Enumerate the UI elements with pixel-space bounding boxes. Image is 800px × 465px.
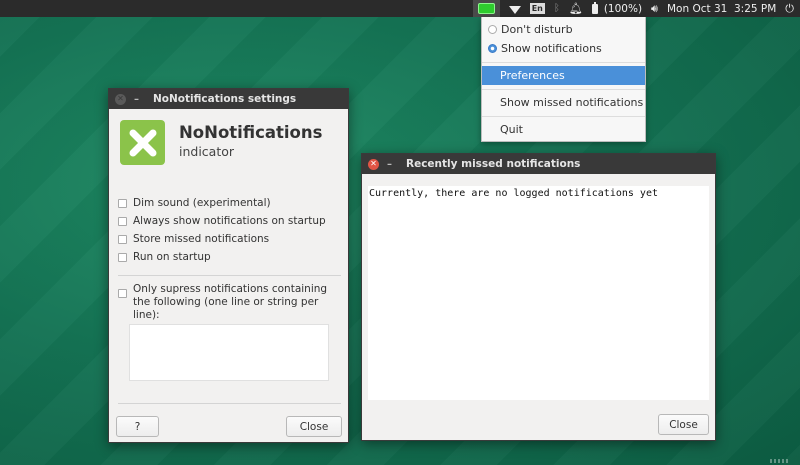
keyboard-indicator[interactable]: En [529, 0, 545, 17]
x-mark-icon [129, 129, 156, 156]
option-label: Only supress notifications containing th… [133, 283, 328, 321]
checkbox[interactable] [118, 253, 127, 262]
bluetooth-indicator[interactable]: ᛒ [554, 0, 560, 17]
keyboard-lang-icon: En [529, 3, 545, 14]
menu-item-preferences[interactable]: Preferences [482, 66, 645, 85]
menu-separator [482, 62, 645, 63]
menu-item-label: Preferences [500, 69, 565, 82]
bell-icon: 🔔︎ [568, 2, 583, 15]
menu-separator [482, 116, 645, 117]
battery-percent: (100%) [603, 2, 643, 15]
checkbox[interactable] [118, 199, 127, 208]
separator [118, 275, 341, 276]
missed-titlebar[interactable]: ✕ – Recently missed notifications [362, 154, 715, 174]
menu-item-show-missed[interactable]: Show missed notifications [482, 93, 645, 112]
menu-radio-show-notifications[interactable]: Show notifications [482, 39, 645, 58]
indicator-menu: Don't disturb Show notifications Prefere… [481, 17, 646, 142]
window-title: NoNotifications settings [153, 93, 297, 105]
option-store-missed[interactable]: Store missed notifications [118, 233, 343, 246]
window-title: Recently missed notifications [406, 158, 581, 170]
menu-item-quit[interactable]: Quit [482, 120, 645, 139]
suppress-text-input[interactable] [129, 324, 329, 381]
clock-indicator[interactable]: Mon Oct 31 3:25 PM [667, 0, 776, 17]
network-indicator[interactable] [508, 0, 521, 17]
radio-selected-icon [488, 44, 497, 53]
menu-separator [482, 89, 645, 90]
missed-notifications-text[interactable]: Currently, there are no logged notificat… [368, 186, 709, 400]
option-label: Store missed notifications [133, 233, 270, 245]
settings-window: ✕ – NoNotifications settings NoNotificat… [108, 88, 349, 443]
radio-icon [488, 25, 497, 34]
separator [118, 403, 341, 404]
top-panel: En ᛒ 🔔︎ (100%) 🔊︎ Mon Oct 31 3:25 PM ⏻ [0, 0, 800, 17]
bluetooth-icon: ᛒ [553, 3, 560, 14]
desktop-grip [770, 459, 790, 463]
clock: Mon Oct 31 3:25 PM [666, 2, 777, 15]
checkbox[interactable] [118, 235, 127, 244]
missed-notifications-window: ✕ – Recently missed notifications Curren… [361, 153, 716, 441]
help-button[interactable]: ? [116, 416, 159, 437]
checkbox[interactable] [118, 289, 127, 298]
app-logo [120, 120, 165, 165]
option-label: Always show notifications on startup [133, 215, 326, 227]
wifi-icon [508, 5, 521, 14]
option-always-show[interactable]: Always show notifications on startup [118, 215, 343, 228]
menu-item-label: Quit [500, 123, 523, 136]
menu-radio-label: Show notifications [501, 42, 602, 55]
close-button[interactable]: Close [658, 414, 709, 435]
volume-icon: 🔊︎ [651, 1, 658, 15]
option-run-on-startup[interactable]: Run on startup [118, 251, 343, 264]
close-icon[interactable]: ✕ [368, 158, 379, 170]
power-icon: ⏻ [785, 1, 794, 15]
menu-radio-dont-disturb[interactable]: Don't disturb [482, 20, 645, 39]
notification-indicator[interactable]: 🔔︎ [569, 0, 583, 17]
session-indicator[interactable]: ⏻ [785, 0, 794, 17]
close-icon[interactable]: ✕ [115, 93, 126, 105]
sound-indicator[interactable]: 🔊︎ [651, 0, 658, 17]
close-button[interactable]: Close [286, 416, 342, 437]
indicator-icon [477, 3, 495, 14]
minimize-icon[interactable]: – [134, 94, 139, 105]
battery-icon [591, 1, 598, 14]
missed-notifications-content: Currently, there are no logged notificat… [369, 188, 658, 199]
option-label: Dim sound (experimental) [133, 197, 271, 209]
menu-item-label: Show missed notifications [500, 96, 644, 109]
option-suppress[interactable]: Only supress notifications containing th… [118, 283, 340, 322]
option-label: Run on startup [133, 251, 211, 263]
app-name: NoNotifications [179, 123, 323, 142]
nonotifications-indicator[interactable] [472, 0, 500, 17]
checkbox[interactable] [118, 217, 127, 226]
app-subtitle: indicator [179, 144, 235, 159]
settings-titlebar[interactable]: ✕ – NoNotifications settings [109, 89, 348, 109]
menu-radio-label: Don't disturb [501, 23, 573, 36]
battery-indicator[interactable]: (100%) [591, 0, 643, 17]
option-dim-sound[interactable]: Dim sound (experimental) [118, 197, 343, 210]
minimize-icon[interactable]: – [387, 159, 392, 170]
